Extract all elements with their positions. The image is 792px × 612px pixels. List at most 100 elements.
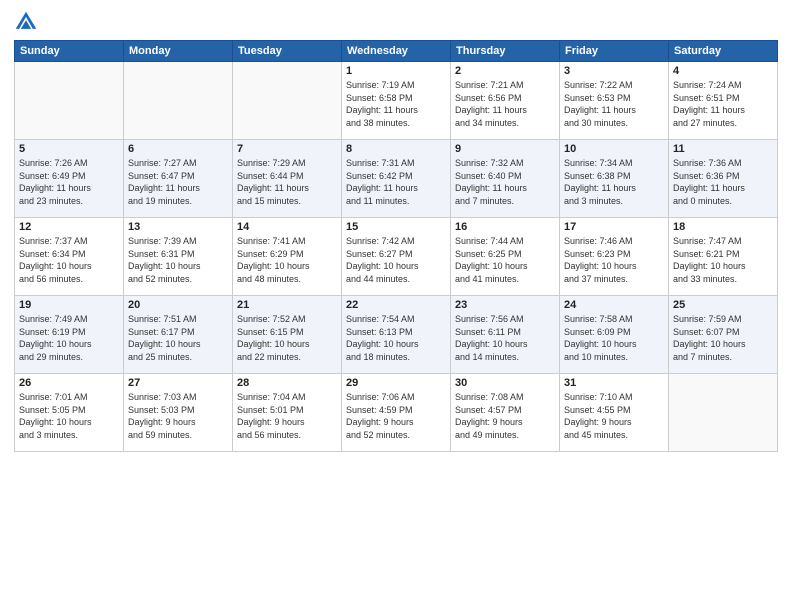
day-cell: 19 Sunrise: 7:49 AM Sunset: 6:19 PM Dayli…	[15, 296, 124, 374]
day-info: Sunrise: 7:22 AM Sunset: 6:53 PM Dayligh…	[564, 79, 664, 129]
day-info: Sunrise: 7:31 AM Sunset: 6:42 PM Dayligh…	[346, 157, 446, 207]
day-number: 12	[19, 221, 119, 233]
day-info: Sunrise: 7:01 AM Sunset: 5:05 PM Dayligh…	[19, 391, 119, 441]
day-info: Sunrise: 7:44 AM Sunset: 6:25 PM Dayligh…	[455, 235, 555, 285]
day-number: 31	[564, 377, 664, 389]
day-cell: 9 Sunrise: 7:32 AM Sunset: 6:40 PM Daylig…	[451, 140, 560, 218]
day-info: Sunrise: 7:10 AM Sunset: 4:55 PM Dayligh…	[564, 391, 664, 441]
day-number: 2	[455, 65, 555, 77]
day-info: Sunrise: 7:52 AM Sunset: 6:15 PM Dayligh…	[237, 313, 337, 363]
day-number: 7	[237, 143, 337, 155]
weekday-header-sunday: Sunday	[15, 41, 124, 62]
day-number: 16	[455, 221, 555, 233]
weekday-header-wednesday: Wednesday	[342, 41, 451, 62]
day-info: Sunrise: 7:08 AM Sunset: 4:57 PM Dayligh…	[455, 391, 555, 441]
day-number: 21	[237, 299, 337, 311]
day-info: Sunrise: 7:49 AM Sunset: 6:19 PM Dayligh…	[19, 313, 119, 363]
week-row-4: 19 Sunrise: 7:49 AM Sunset: 6:19 PM Dayli…	[15, 296, 778, 374]
day-cell: 14 Sunrise: 7:41 AM Sunset: 6:29 PM Dayli…	[233, 218, 342, 296]
day-number: 17	[564, 221, 664, 233]
day-info: Sunrise: 7:39 AM Sunset: 6:31 PM Dayligh…	[128, 235, 228, 285]
calendar: SundayMondayTuesdayWednesdayThursdayFrid…	[14, 40, 778, 452]
logo-icon	[14, 10, 38, 34]
day-cell: 21 Sunrise: 7:52 AM Sunset: 6:15 PM Dayli…	[233, 296, 342, 374]
day-number: 25	[673, 299, 773, 311]
day-cell: 7 Sunrise: 7:29 AM Sunset: 6:44 PM Daylig…	[233, 140, 342, 218]
day-cell: 30 Sunrise: 7:08 AM Sunset: 4:57 PM Dayli…	[451, 374, 560, 452]
day-cell: 10 Sunrise: 7:34 AM Sunset: 6:38 PM Dayli…	[560, 140, 669, 218]
logo	[14, 10, 42, 34]
day-cell: 31 Sunrise: 7:10 AM Sunset: 4:55 PM Dayli…	[560, 374, 669, 452]
day-cell: 8 Sunrise: 7:31 AM Sunset: 6:42 PM Daylig…	[342, 140, 451, 218]
day-cell: 6Sunrise: 7:27 AM Sunset: 6:47 PM Daylig…	[124, 140, 233, 218]
day-info: Sunrise: 7:06 AM Sunset: 4:59 PM Dayligh…	[346, 391, 446, 441]
day-info: Sunrise: 7:04 AM Sunset: 5:01 PM Dayligh…	[237, 391, 337, 441]
day-cell: 18 Sunrise: 7:47 AM Sunset: 6:21 PM Dayli…	[669, 218, 778, 296]
day-cell	[233, 62, 342, 140]
day-cell: 4Sunrise: 7:24 AM Sunset: 6:51 PM Daylig…	[669, 62, 778, 140]
weekday-header-row: SundayMondayTuesdayWednesdayThursdayFrid…	[15, 41, 778, 62]
weekday-header-thursday: Thursday	[451, 41, 560, 62]
day-cell: 24 Sunrise: 7:58 AM Sunset: 6:09 PM Dayli…	[560, 296, 669, 374]
day-info: Sunrise: 7:34 AM Sunset: 6:38 PM Dayligh…	[564, 157, 664, 207]
day-info: Sunrise: 7:41 AM Sunset: 6:29 PM Dayligh…	[237, 235, 337, 285]
day-info: Sunrise: 7:37 AM Sunset: 6:34 PM Dayligh…	[19, 235, 119, 285]
day-number: 15	[346, 221, 446, 233]
page: SundayMondayTuesdayWednesdayThursdayFrid…	[0, 0, 792, 612]
day-info: Sunrise: 7:42 AM Sunset: 6:27 PM Dayligh…	[346, 235, 446, 285]
day-cell	[669, 374, 778, 452]
day-number: 28	[237, 377, 337, 389]
day-cell: 3Sunrise: 7:22 AM Sunset: 6:53 PM Daylig…	[560, 62, 669, 140]
day-cell: 26 Sunrise: 7:01 AM Sunset: 5:05 PM Dayli…	[15, 374, 124, 452]
day-info: Sunrise: 7:36 AM Sunset: 6:36 PM Dayligh…	[673, 157, 773, 207]
day-number: 30	[455, 377, 555, 389]
day-number: 26	[19, 377, 119, 389]
day-cell: 27Sunrise: 7:03 AM Sunset: 5:03 PM Dayli…	[124, 374, 233, 452]
day-info: Sunrise: 7:32 AM Sunset: 6:40 PM Dayligh…	[455, 157, 555, 207]
day-number: 18	[673, 221, 773, 233]
day-info: Sunrise: 7:46 AM Sunset: 6:23 PM Dayligh…	[564, 235, 664, 285]
day-number: 9	[455, 143, 555, 155]
day-info: Sunrise: 7:29 AM Sunset: 6:44 PM Dayligh…	[237, 157, 337, 207]
day-number: 10	[564, 143, 664, 155]
day-info: Sunrise: 7:56 AM Sunset: 6:11 PM Dayligh…	[455, 313, 555, 363]
day-cell: 29Sunrise: 7:06 AM Sunset: 4:59 PM Dayli…	[342, 374, 451, 452]
day-number: 8	[346, 143, 446, 155]
day-info: Sunrise: 7:51 AM Sunset: 6:17 PM Dayligh…	[128, 313, 228, 363]
day-cell	[15, 62, 124, 140]
weekday-header-tuesday: Tuesday	[233, 41, 342, 62]
day-cell: 2 Sunrise: 7:21 AM Sunset: 6:56 PM Daylig…	[451, 62, 560, 140]
day-number: 14	[237, 221, 337, 233]
day-cell: 11 Sunrise: 7:36 AM Sunset: 6:36 PM Dayli…	[669, 140, 778, 218]
day-number: 1	[346, 65, 446, 77]
day-number: 13	[128, 221, 228, 233]
day-number: 22	[346, 299, 446, 311]
day-cell: 23Sunrise: 7:56 AM Sunset: 6:11 PM Dayli…	[451, 296, 560, 374]
weekday-header-monday: Monday	[124, 41, 233, 62]
day-cell: 22 Sunrise: 7:54 AM Sunset: 6:13 PM Dayli…	[342, 296, 451, 374]
day-cell: 20 Sunrise: 7:51 AM Sunset: 6:17 PM Dayli…	[124, 296, 233, 374]
day-info: Sunrise: 7:21 AM Sunset: 6:56 PM Dayligh…	[455, 79, 555, 129]
day-cell	[124, 62, 233, 140]
day-info: Sunrise: 7:27 AM Sunset: 6:47 PM Dayligh…	[128, 157, 228, 207]
day-info: Sunrise: 7:54 AM Sunset: 6:13 PM Dayligh…	[346, 313, 446, 363]
day-number: 4	[673, 65, 773, 77]
day-cell: 15 Sunrise: 7:42 AM Sunset: 6:27 PM Dayli…	[342, 218, 451, 296]
day-cell: 1 Sunrise: 7:19 AM Sunset: 6:58 PM Daylig…	[342, 62, 451, 140]
day-number: 5	[19, 143, 119, 155]
header	[14, 10, 778, 34]
day-cell: 25 Sunrise: 7:59 AM Sunset: 6:07 PM Dayli…	[669, 296, 778, 374]
day-info: Sunrise: 7:03 AM Sunset: 5:03 PM Dayligh…	[128, 391, 228, 441]
week-row-5: 26 Sunrise: 7:01 AM Sunset: 5:05 PM Dayli…	[15, 374, 778, 452]
day-number: 24	[564, 299, 664, 311]
day-number: 20	[128, 299, 228, 311]
day-number: 19	[19, 299, 119, 311]
day-info: Sunrise: 7:26 AM Sunset: 6:49 PM Dayligh…	[19, 157, 119, 207]
week-row-3: 12 Sunrise: 7:37 AM Sunset: 6:34 PM Dayli…	[15, 218, 778, 296]
day-info: Sunrise: 7:58 AM Sunset: 6:09 PM Dayligh…	[564, 313, 664, 363]
day-info: Sunrise: 7:59 AM Sunset: 6:07 PM Dayligh…	[673, 313, 773, 363]
day-number: 11	[673, 143, 773, 155]
day-info: Sunrise: 7:47 AM Sunset: 6:21 PM Dayligh…	[673, 235, 773, 285]
day-info: Sunrise: 7:19 AM Sunset: 6:58 PM Dayligh…	[346, 79, 446, 129]
week-row-1: 1 Sunrise: 7:19 AM Sunset: 6:58 PM Daylig…	[15, 62, 778, 140]
